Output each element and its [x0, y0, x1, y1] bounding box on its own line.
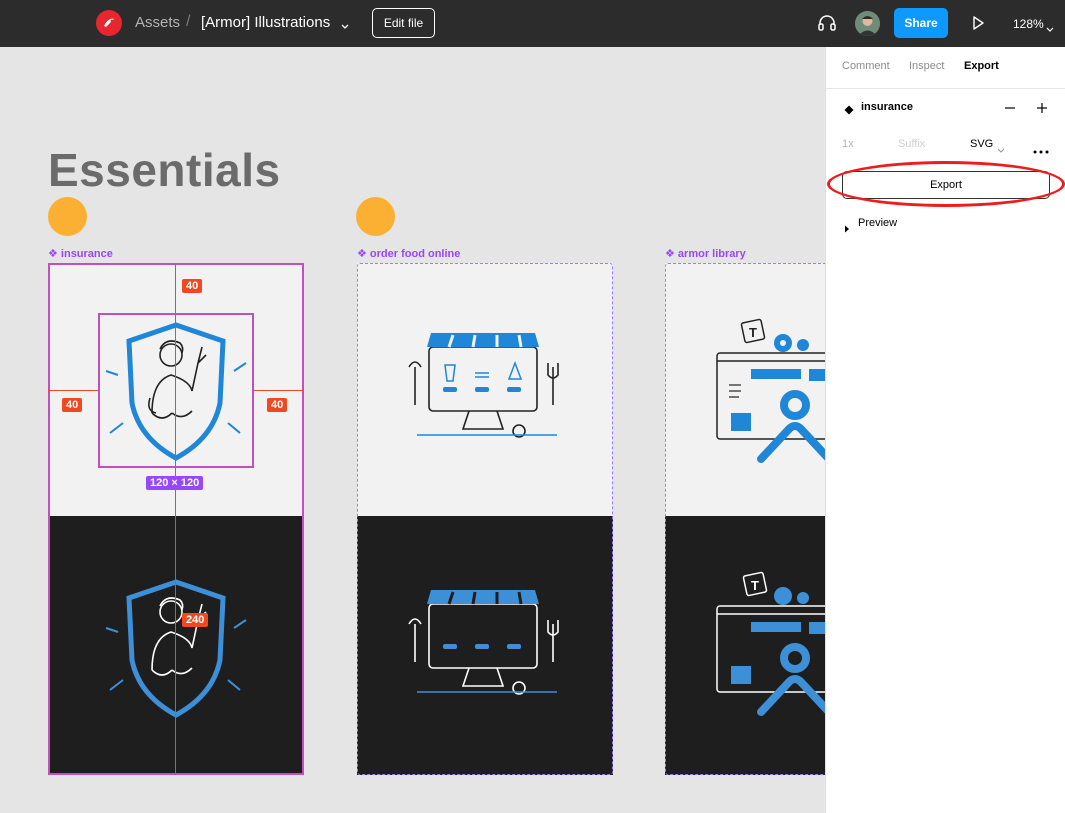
tab-comment[interactable]: Comment: [842, 60, 890, 72]
caret-right-icon[interactable]: [844, 220, 850, 238]
size-badge: 120 × 120: [146, 476, 204, 490]
insurance-illustration-dark: [105, 579, 247, 718]
zoom-level[interactable]: 128%: [1013, 17, 1044, 31]
tab-inspect[interactable]: Inspect: [909, 60, 944, 72]
suffix-input[interactable]: Suffix: [898, 138, 925, 150]
edit-file-button[interactable]: Edit file: [372, 8, 435, 38]
headset-icon[interactable]: [817, 14, 837, 37]
chevron-down-icon[interactable]: [1046, 20, 1054, 38]
minus-icon[interactable]: [1004, 101, 1016, 119]
frame-insurance[interactable]: 40 40 40 120 × 120 240: [48, 263, 304, 775]
chevron-down-icon[interactable]: [997, 141, 1005, 159]
selection-box[interactable]: [98, 313, 254, 468]
food-illustration-light: [408, 333, 559, 438]
frame-label-armor-library[interactable]: ❖ armor library: [665, 247, 746, 260]
top-bar: Assets / [Armor] Illustrations Edit file…: [0, 0, 1065, 47]
frame-dark-half: [48, 516, 304, 775]
page-title: Essentials: [48, 144, 281, 196]
avatar[interactable]: [855, 11, 880, 36]
design-canvas[interactable]: Essentials ❖ insurance ❖ order food onli…: [0, 47, 825, 813]
play-icon[interactable]: [972, 16, 984, 35]
tab-export[interactable]: Export: [964, 60, 999, 72]
guide-line-right: [254, 390, 304, 391]
frame-armor-library[interactable]: T T: [665, 263, 825, 775]
library-illustration-light: T: [716, 318, 825, 463]
food-illustration-dark: [408, 590, 559, 695]
share-button[interactable]: Share: [894, 8, 948, 38]
frame-order-food-online[interactable]: [357, 263, 613, 775]
component-icon: [844, 102, 854, 120]
status-dot: [356, 197, 395, 236]
frame-dark-half: [357, 516, 613, 775]
frame-light-half: T: [665, 263, 825, 516]
breadcrumb-assets[interactable]: Assets: [135, 14, 180, 31]
status-dot: [48, 197, 87, 236]
frame-label-order-food[interactable]: ❖ order food online: [357, 247, 460, 260]
library-illustration-dark: T: [716, 571, 825, 716]
export-scale[interactable]: 1x: [842, 138, 854, 150]
panel-divider: [826, 88, 1065, 89]
guide-line-left: [48, 390, 98, 391]
measure-right: 40: [267, 398, 288, 412]
frame-light-half: [357, 263, 613, 516]
frame-dark-half: T: [665, 516, 825, 775]
svg-text:T: T: [751, 578, 759, 593]
breadcrumb-separator: /: [186, 13, 191, 30]
layer-name: insurance: [861, 101, 913, 113]
format-select[interactable]: SVG: [970, 138, 993, 150]
plus-icon[interactable]: [1036, 101, 1048, 119]
figma-logo-icon[interactable]: [96, 10, 122, 36]
preview-toggle[interactable]: Preview: [858, 217, 897, 229]
more-icon[interactable]: [1033, 141, 1049, 159]
chevron-down-icon[interactable]: [340, 18, 350, 36]
measure-left: 40: [62, 398, 83, 412]
measure-top: 40: [182, 279, 203, 293]
svg-text:T: T: [749, 325, 757, 340]
frame-label-insurance[interactable]: ❖ insurance: [48, 247, 113, 260]
file-name[interactable]: [Armor] Illustrations: [201, 14, 330, 31]
right-panel: Comment Inspect Export insurance 1x Suff…: [825, 47, 1065, 813]
highlight-annotation: [827, 161, 1065, 207]
measure-bottom: 240: [182, 613, 209, 627]
